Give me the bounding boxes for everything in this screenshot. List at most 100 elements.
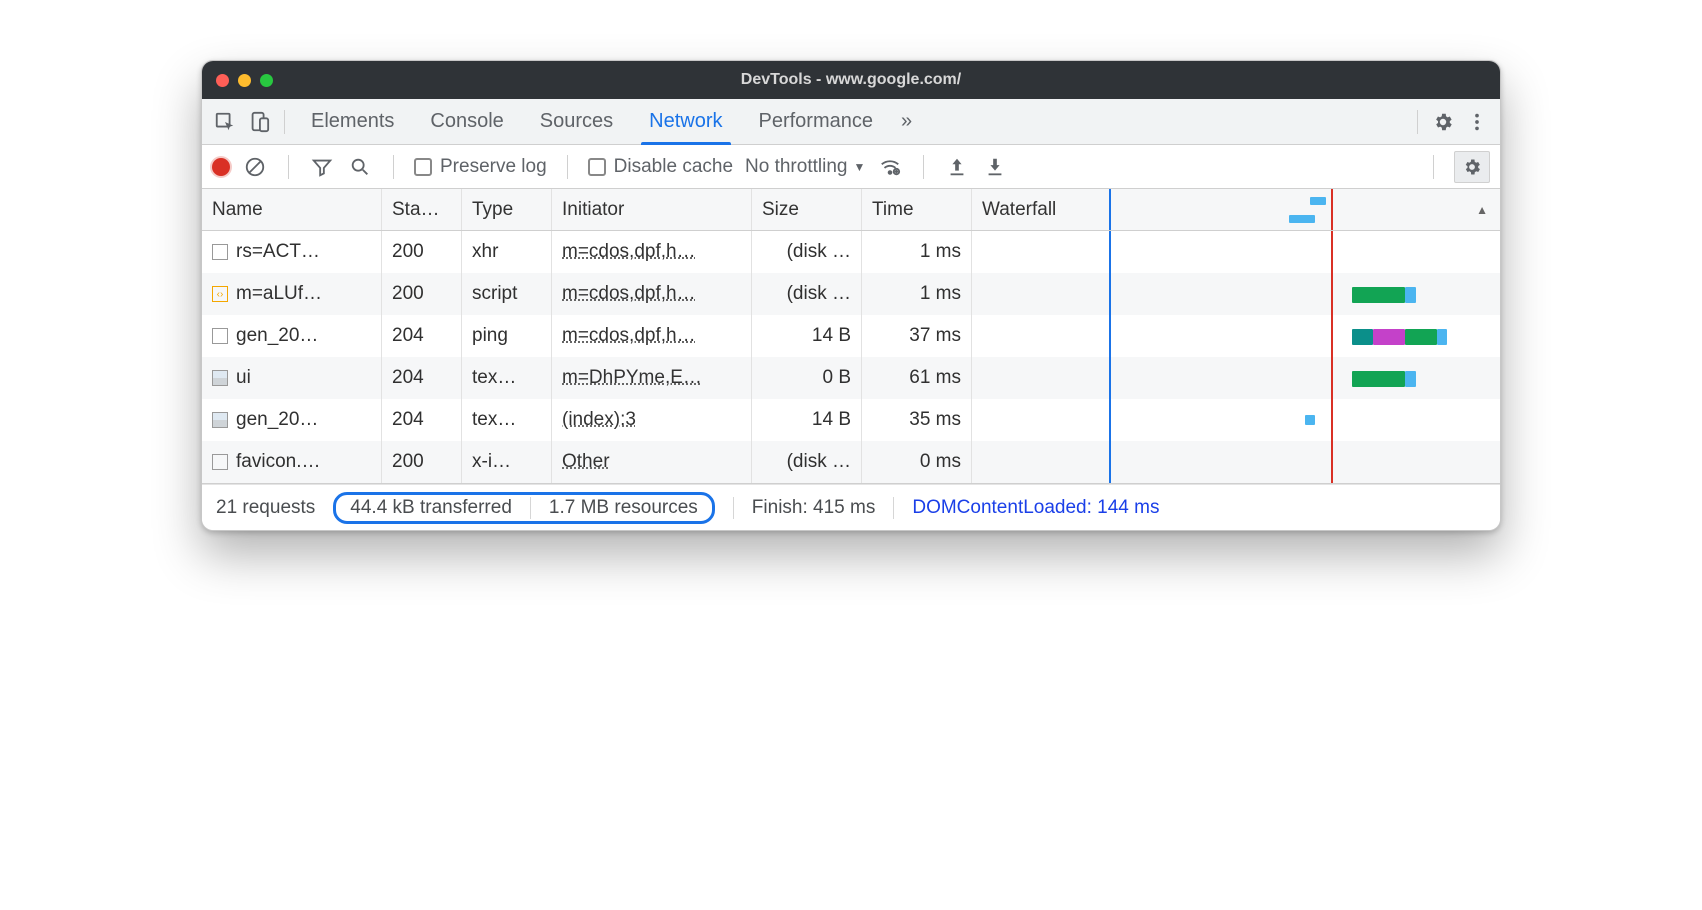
cell-status: 204 bbox=[382, 315, 462, 357]
initiator-link[interactable]: Other bbox=[562, 451, 610, 473]
dcl-line bbox=[1109, 357, 1111, 399]
download-icon[interactable] bbox=[982, 154, 1008, 180]
cell-time: 37 ms bbox=[862, 315, 972, 357]
device-toggle-icon[interactable] bbox=[242, 105, 276, 139]
initiator-link[interactable]: (index):3 bbox=[562, 409, 636, 431]
table-row[interactable]: favicon.…200x-i…Other(disk …0 ms bbox=[202, 441, 1500, 483]
waterfall-bar bbox=[1352, 329, 1373, 345]
status-resources: 1.7 MB resources bbox=[549, 497, 698, 519]
request-name: favicon.… bbox=[236, 451, 320, 473]
cell-status: 200 bbox=[382, 273, 462, 315]
minimize-window-button[interactable] bbox=[238, 74, 251, 87]
initiator-link[interactable]: m=DhPYme,E… bbox=[562, 367, 702, 389]
request-name: ui bbox=[236, 367, 251, 389]
table-row[interactable]: ‹›m=aLUf…200scriptm=cdos,dpf,h…(disk …1 … bbox=[202, 273, 1500, 315]
separator bbox=[1417, 110, 1418, 134]
cell-initiator: m=DhPYme,E… bbox=[552, 357, 752, 399]
col-name[interactable]: Name bbox=[202, 189, 382, 230]
load-line bbox=[1331, 273, 1333, 315]
cell-type: script bbox=[462, 273, 552, 315]
cell-time: 1 ms bbox=[862, 231, 972, 273]
table-row[interactable]: rs=ACT…200xhrm=cdos,dpf,h…(disk …1 ms bbox=[202, 231, 1500, 273]
throttling-select[interactable]: No throttling ▼ bbox=[745, 156, 865, 178]
initiator-link[interactable]: m=cdos,dpf,h… bbox=[562, 325, 696, 347]
dcl-line bbox=[1109, 231, 1111, 273]
chevron-down-icon: ▼ bbox=[853, 160, 865, 174]
table-row[interactable]: gen_20…204pingm=cdos,dpf,h…14 B37 ms bbox=[202, 315, 1500, 357]
filter-icon[interactable] bbox=[309, 154, 335, 180]
cell-initiator: Other bbox=[552, 441, 752, 483]
wifi-settings-icon[interactable] bbox=[877, 154, 903, 180]
table-row[interactable]: ui204tex…m=DhPYme,E…0 B61 ms bbox=[202, 357, 1500, 399]
cell-type: ping bbox=[462, 315, 552, 357]
status-highlight: 44.4 kB transferred 1.7 MB resources bbox=[333, 492, 715, 524]
col-time[interactable]: Time bbox=[862, 189, 972, 230]
separator bbox=[733, 497, 734, 519]
settings-gear-icon[interactable] bbox=[1426, 105, 1460, 139]
separator bbox=[893, 497, 894, 519]
more-options-icon[interactable] bbox=[1460, 105, 1494, 139]
col-initiator[interactable]: Initiator bbox=[552, 189, 752, 230]
main-tabs: ElementsConsoleSourcesNetworkPerformance… bbox=[202, 99, 1500, 145]
titlebar: DevTools - www.google.com/ bbox=[202, 61, 1500, 99]
dcl-line bbox=[1109, 441, 1111, 483]
tab-network[interactable]: Network bbox=[631, 99, 740, 145]
waterfall-bar bbox=[1373, 329, 1405, 345]
initiator-link[interactable]: m=cdos,dpf,h… bbox=[562, 283, 696, 305]
cell-time: 35 ms bbox=[862, 399, 972, 441]
col-size[interactable]: Size bbox=[752, 189, 862, 230]
initiator-link[interactable]: m=cdos,dpf,h… bbox=[562, 241, 696, 263]
window-title: DevTools - www.google.com/ bbox=[202, 71, 1500, 89]
close-window-button[interactable] bbox=[216, 74, 229, 87]
col-waterfall[interactable]: Waterfall ▲ bbox=[972, 189, 1500, 230]
doc-icon bbox=[212, 328, 228, 344]
more-tabs-button[interactable]: » bbox=[891, 110, 922, 133]
tab-console[interactable]: Console bbox=[412, 99, 521, 145]
cell-status: 204 bbox=[382, 357, 462, 399]
load-line bbox=[1331, 231, 1333, 273]
tab-sources[interactable]: Sources bbox=[522, 99, 631, 145]
waterfall-header-bars bbox=[972, 189, 1500, 230]
dcl-line bbox=[1109, 315, 1111, 357]
waterfall-bar bbox=[1352, 287, 1405, 303]
status-finish: Finish: 415 ms bbox=[752, 497, 876, 519]
load-line bbox=[1331, 189, 1333, 230]
status-domcontentloaded: DOMContentLoaded: 144 ms bbox=[912, 497, 1159, 519]
disable-cache-checkbox[interactable]: Disable cache bbox=[588, 156, 733, 178]
cell-waterfall bbox=[972, 231, 1500, 273]
cell-time: 0 ms bbox=[862, 441, 972, 483]
tab-elements[interactable]: Elements bbox=[293, 99, 412, 145]
preserve-log-checkbox[interactable]: Preserve log bbox=[414, 156, 547, 178]
clear-icon[interactable] bbox=[242, 154, 268, 180]
cell-status: 200 bbox=[382, 231, 462, 273]
dcl-line bbox=[1109, 273, 1111, 315]
separator bbox=[567, 155, 568, 179]
cell-name: favicon.… bbox=[202, 441, 382, 483]
cell-name: rs=ACT… bbox=[202, 231, 382, 273]
cell-size: (disk … bbox=[752, 231, 862, 273]
inspect-element-icon[interactable] bbox=[208, 105, 242, 139]
load-line bbox=[1331, 399, 1333, 441]
waterfall-bar bbox=[1405, 287, 1416, 303]
cell-initiator: m=cdos,dpf,h… bbox=[552, 315, 752, 357]
request-name: m=aLUf… bbox=[236, 283, 322, 305]
table-row[interactable]: gen_20…204tex…(index):314 B35 ms bbox=[202, 399, 1500, 441]
cell-waterfall bbox=[972, 357, 1500, 399]
cell-waterfall bbox=[972, 399, 1500, 441]
cell-waterfall bbox=[972, 315, 1500, 357]
tab-performance[interactable]: Performance bbox=[741, 99, 892, 145]
doc-icon bbox=[212, 454, 228, 470]
search-icon[interactable] bbox=[347, 154, 373, 180]
script-icon: ‹› bbox=[212, 286, 228, 302]
waterfall-bar bbox=[1405, 329, 1437, 345]
network-settings-icon[interactable] bbox=[1454, 151, 1490, 183]
col-status[interactable]: Sta… bbox=[382, 189, 462, 230]
zoom-window-button[interactable] bbox=[260, 74, 273, 87]
status-transferred: 44.4 kB transferred bbox=[350, 497, 512, 519]
upload-icon[interactable] bbox=[944, 154, 970, 180]
waterfall-bar bbox=[1305, 415, 1316, 425]
load-line bbox=[1331, 441, 1333, 483]
col-type[interactable]: Type bbox=[462, 189, 552, 230]
window-controls bbox=[216, 74, 273, 87]
record-button[interactable] bbox=[212, 158, 230, 176]
